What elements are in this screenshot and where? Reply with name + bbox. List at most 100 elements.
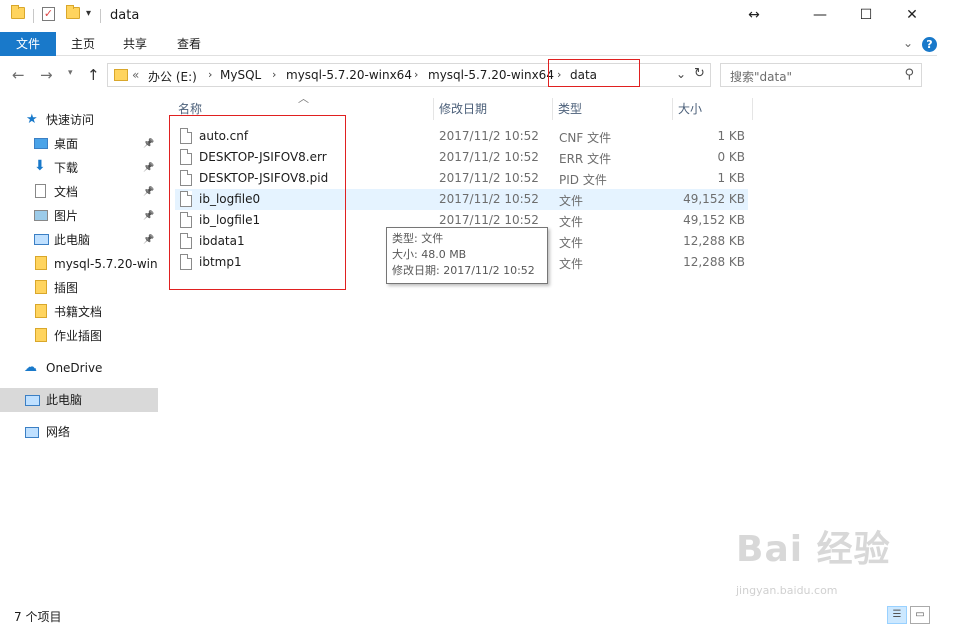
- history-dropdown-icon[interactable]: ⌄: [676, 67, 686, 81]
- baidu-jingyan-watermark: Bai 经验 jingyan.baidu.com: [736, 520, 891, 597]
- network-icon: [25, 427, 39, 438]
- file-type: 文件: [559, 236, 584, 250]
- download-icon: ⬇: [34, 158, 46, 174]
- breadcrumb-mysql-subdir[interactable]: mysql-5.7.20-winx64: [428, 68, 554, 82]
- sidebar-item-4[interactable]: 图片 📌: [0, 204, 158, 228]
- tab-home[interactable]: 主页: [62, 32, 104, 56]
- column-header-size[interactable]: 大小: [678, 98, 702, 120]
- computer-icon: [25, 395, 40, 406]
- expand-ribbon-icon[interactable]: ⌄: [903, 36, 913, 50]
- sidebar-item-label: OneDrive: [46, 361, 103, 375]
- new-folder-icon[interactable]: [66, 5, 80, 19]
- sidebar-item-this-pc[interactable]: 此电脑: [0, 388, 158, 412]
- chevron-right-icon[interactable]: ›: [414, 68, 418, 81]
- sidebar-item-onedrive[interactable]: ☁ OneDrive: [0, 356, 158, 380]
- tab-view[interactable]: 查看: [168, 32, 210, 56]
- pin-icon[interactable]: 📌: [143, 180, 154, 204]
- column-divider[interactable]: [433, 98, 434, 120]
- pin-icon[interactable]: 📌: [143, 132, 154, 156]
- sidebar-item-6[interactable]: mysql-5.7.20-winx: [0, 252, 158, 276]
- sidebar-item-2[interactable]: ⬇ 下载 📌: [0, 156, 158, 180]
- file-size: 12,288 KB: [683, 234, 745, 248]
- refresh-icon[interactable]: ↻: [694, 66, 705, 81]
- close-button[interactable]: ✕: [889, 0, 935, 30]
- desktop-icon: [34, 138, 48, 149]
- file-size: 1 KB: [717, 171, 745, 185]
- folder-icon: [114, 69, 128, 81]
- document-icon: [35, 184, 46, 198]
- file-date: 2017/11/2 10:52: [439, 192, 539, 206]
- watermark-url: jingyan.baidu.com: [736, 584, 838, 597]
- tab-file[interactable]: 文件: [0, 32, 56, 56]
- file-type: 文件: [559, 194, 584, 208]
- folder-icon: [35, 256, 47, 270]
- sort-ascending-icon: ︿: [298, 92, 309, 105]
- breadcrumb-overflow[interactable]: «: [132, 68, 139, 82]
- forward-button[interactable]: →: [40, 66, 53, 84]
- column-header-type[interactable]: 类型: [558, 98, 582, 120]
- sidebar-item-label: 快速访问: [46, 113, 95, 127]
- file-type: CNF 文件: [559, 131, 612, 145]
- sidebar-item-quick-access[interactable]: ★ 快速访问: [0, 108, 158, 132]
- folder-icon: [11, 5, 25, 19]
- customize-toolbar-icon[interactable]: ▾: [86, 8, 91, 19]
- sidebar-item-label: 下载: [54, 161, 79, 175]
- file-date: 2017/11/2 10:52: [439, 213, 539, 227]
- chevron-right-icon[interactable]: ›: [208, 68, 212, 81]
- sidebar-item-label: 书籍文档: [54, 305, 103, 319]
- large-icons-view-button[interactable]: ▭: [910, 606, 930, 624]
- sidebar-item-8[interactable]: 书籍文档: [0, 300, 158, 324]
- details-view-button[interactable]: ☰: [887, 606, 907, 624]
- chevron-right-icon[interactable]: ›: [272, 68, 276, 81]
- sidebar-item-9[interactable]: 作业插图: [0, 324, 158, 348]
- file-type: 文件: [559, 257, 584, 271]
- tooltip-size: 大小: 48.0 MB: [392, 248, 467, 261]
- sidebar-item-network[interactable]: 网络: [0, 420, 158, 444]
- column-header-date[interactable]: 修改日期: [439, 98, 487, 120]
- pin-icon[interactable]: 📌: [143, 228, 154, 252]
- breadcrumb-drive[interactable]: 办公 (E:): [148, 68, 197, 85]
- file-info-tooltip: 类型: 文件 大小: 48.0 MB 修改日期: 2017/11/2 10:52: [386, 227, 548, 284]
- picture-icon: [34, 210, 48, 221]
- tab-share[interactable]: 共享: [114, 32, 156, 56]
- file-size: 12,288 KB: [683, 255, 745, 269]
- file-date: 2017/11/2 10:52: [439, 171, 539, 185]
- sidebar-item-3[interactable]: 文档 📌: [0, 180, 158, 204]
- search-input[interactable]: 搜索"data" ⚲: [720, 63, 922, 87]
- computer-icon: [34, 234, 49, 245]
- help-icon[interactable]: ?: [922, 37, 937, 52]
- title-bar: ✓ ▾ data ↔ — ☐ ✕: [0, 0, 937, 32]
- search-icon[interactable]: ⚲: [904, 67, 914, 82]
- column-divider[interactable]: [752, 98, 753, 120]
- sidebar-item-7[interactable]: 插图: [0, 276, 158, 300]
- up-button[interactable]: ↑: [87, 66, 100, 84]
- properties-icon[interactable]: ✓: [42, 7, 55, 21]
- highlight-box: [548, 59, 640, 87]
- search-placeholder: 搜索"data": [730, 70, 793, 84]
- column-divider[interactable]: [552, 98, 553, 120]
- status-bar: 7 个项目 ☰ ▭: [0, 604, 937, 626]
- sidebar-item-1[interactable]: 桌面 📌: [0, 132, 158, 156]
- sidebar-item-label: 此电脑: [54, 233, 91, 247]
- file-size: 1 KB: [717, 129, 745, 143]
- recent-locations-icon[interactable]: ▾: [68, 68, 73, 78]
- pin-icon[interactable]: 📌: [143, 156, 154, 180]
- sidebar-item-5[interactable]: 此电脑 📌: [0, 228, 158, 252]
- sidebar-item-label: 插图: [54, 281, 79, 295]
- column-divider[interactable]: [672, 98, 673, 120]
- file-size: 0 KB: [717, 150, 745, 164]
- file-type: ERR 文件: [559, 152, 612, 166]
- tooltip-type: 类型: 文件: [392, 232, 444, 245]
- folder-icon: [35, 328, 47, 342]
- file-type: PID 文件: [559, 173, 607, 187]
- maximize-button[interactable]: ☐: [843, 0, 889, 30]
- sidebar-item-label: 文档: [54, 185, 79, 199]
- pin-icon[interactable]: 📌: [143, 204, 154, 228]
- minimize-button[interactable]: —: [797, 0, 843, 30]
- sidebar-item-label: 图片: [54, 209, 79, 223]
- file-size: 49,152 KB: [683, 192, 745, 206]
- breadcrumb-mysql[interactable]: MySQL: [220, 68, 261, 82]
- breadcrumb-mysql-dir[interactable]: mysql-5.7.20-winx64: [286, 68, 412, 82]
- resize-cursor-icon: ↔: [748, 7, 760, 23]
- back-button[interactable]: ←: [12, 66, 25, 84]
